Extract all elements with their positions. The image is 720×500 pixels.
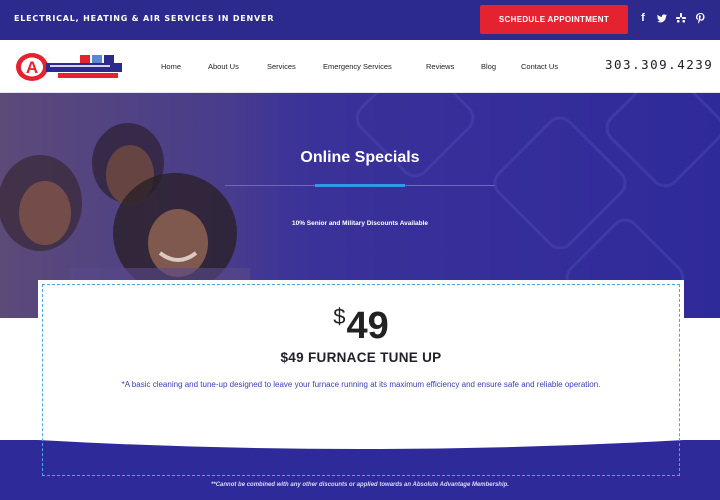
schedule-appointment-button[interactable]: SCHEDULE APPOINTMENT bbox=[480, 5, 628, 34]
yelp-icon[interactable] bbox=[676, 12, 686, 25]
social-links: f bbox=[638, 12, 705, 25]
offer-title: $49 FURNACE TUNE UP bbox=[280, 350, 442, 365]
offer-disclaimer: **Cannot be combined with any other disc… bbox=[211, 482, 509, 488]
title-divider-accent bbox=[315, 184, 405, 187]
offer-description: *A basic cleaning and tune-up designed t… bbox=[121, 380, 601, 389]
offer-card: $49 $49 FURNACE TUNE UP *A basic cleanin… bbox=[38, 280, 684, 480]
nav-contact-us[interactable]: Contact Us bbox=[521, 62, 571, 71]
nav-emergency-services[interactable]: Emergency Services bbox=[323, 62, 426, 71]
pinterest-icon[interactable] bbox=[695, 12, 705, 25]
nav-services[interactable]: Services bbox=[267, 62, 323, 71]
nav-home[interactable]: Home bbox=[161, 62, 208, 71]
top-bar: ELECTRICAL, HEATING & AIR SERVICES IN DE… bbox=[0, 0, 720, 40]
main-navigation: A Home About Us Services Emergency Servi… bbox=[0, 40, 720, 93]
nav-links: Home About Us Services Emergency Service… bbox=[161, 62, 571, 71]
offer-price: $49 bbox=[38, 304, 684, 348]
price-amount: 49 bbox=[346, 305, 389, 347]
twitter-icon[interactable] bbox=[657, 12, 667, 25]
tagline: ELECTRICAL, HEATING & AIR SERVICES IN DE… bbox=[14, 14, 275, 23]
nav-blog[interactable]: Blog bbox=[481, 62, 521, 71]
svg-text:A: A bbox=[26, 58, 38, 77]
phone-number[interactable]: 303.309.4239 bbox=[605, 57, 713, 72]
facebook-icon[interactable]: f bbox=[638, 12, 648, 25]
page-title: Online Specials bbox=[300, 149, 420, 166]
nav-reviews[interactable]: Reviews bbox=[426, 62, 481, 71]
company-logo[interactable]: A bbox=[14, 51, 124, 83]
discount-note: 10% Senior and Military Discounts Availa… bbox=[291, 220, 429, 227]
nav-about-us[interactable]: About Us bbox=[208, 62, 267, 71]
currency-symbol: $ bbox=[333, 304, 346, 329]
